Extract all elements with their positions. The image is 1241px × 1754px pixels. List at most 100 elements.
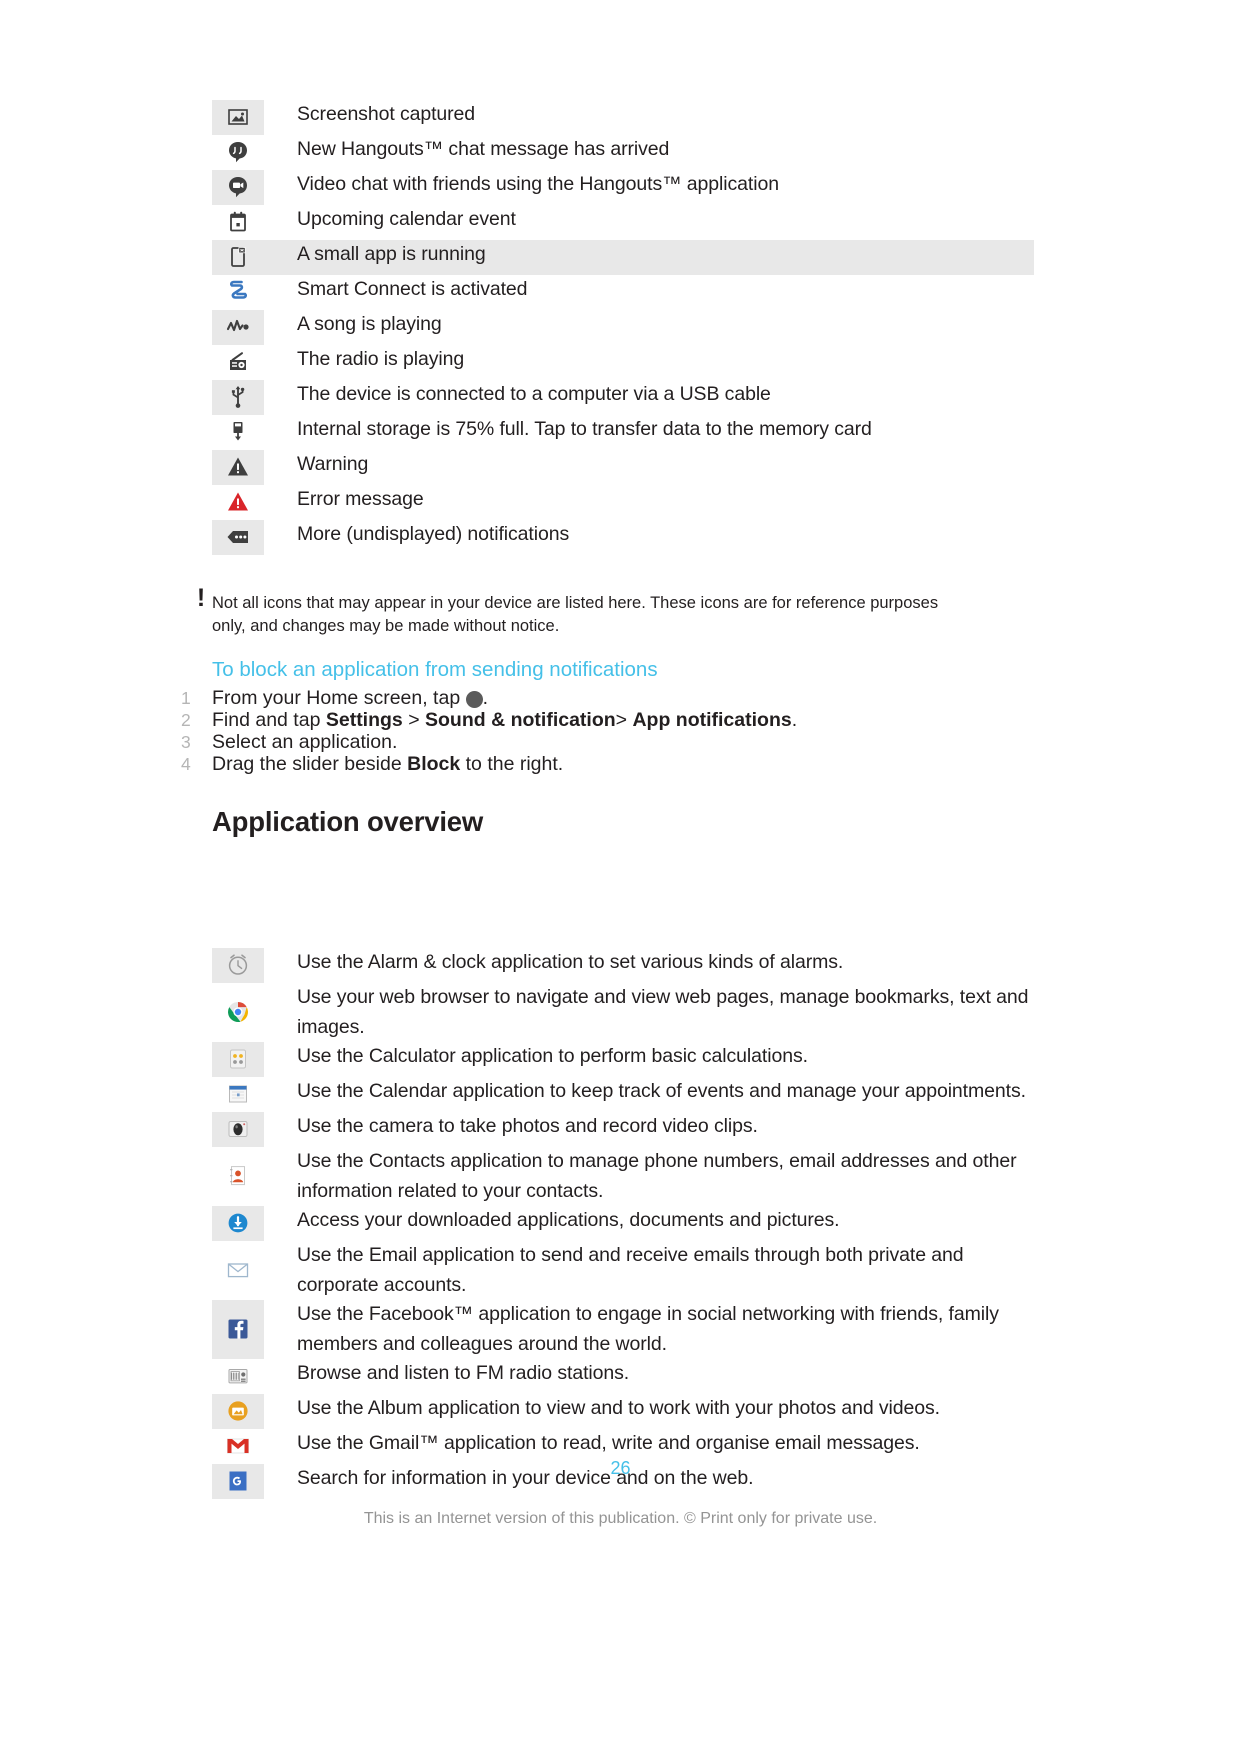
more-notifications-icon (212, 520, 264, 554)
row-description: New Hangouts™ chat message has arrived (297, 138, 670, 160)
row-description: Upcoming calendar event (297, 208, 516, 230)
internal-storage-icon (212, 415, 264, 449)
row-description: Error message (297, 488, 424, 510)
step-text: Find and tap Settings > Sound & notifica… (212, 709, 981, 732)
table-row: The device is connected to a computer vi… (212, 380, 1034, 415)
table-row: Use the Calendar application to keep tra… (212, 1077, 1034, 1112)
table-row: Video chat with friends using the Hangou… (212, 170, 1034, 205)
row-description: Video chat with friends using the Hangou… (297, 173, 779, 195)
table-row: Screenshot captured (212, 100, 1034, 135)
step-number: 2 (181, 710, 191, 730)
row-description: A small app is running (264, 240, 1034, 275)
row-description: Access your downloaded applications, doc… (297, 1209, 840, 1231)
step-segment: Block (407, 753, 461, 775)
app-launcher-icon (465, 691, 483, 708)
small-app-icon (212, 240, 264, 274)
icon-cell (212, 1042, 264, 1077)
step-segment: From your Home screen, tap (212, 687, 466, 709)
alarm-clock-icon (212, 948, 264, 982)
row-description: Use your web browser to navigate and vie… (297, 986, 1029, 1038)
icon-cell (212, 1206, 264, 1241)
row-description: Screenshot captured (297, 103, 476, 125)
email-icon (212, 1253, 264, 1287)
table-row: Use the Alarm & clock application to set… (212, 948, 1034, 983)
table-row: Internal storage is 75% full. Tap to tra… (212, 415, 1034, 450)
icon-cell (212, 205, 264, 240)
icon-cell (212, 948, 264, 983)
step-segment: Sound & notification (425, 709, 616, 731)
table-row: Smart Connect is activated (212, 275, 1034, 310)
icon-cell (212, 520, 264, 555)
procedure-step: 1 From your Home screen, tap . (181, 687, 981, 710)
warning-icon (212, 450, 264, 484)
step-segment: Drag the slider beside (212, 753, 408, 775)
table-row: Use your web browser to navigate and vie… (212, 983, 1034, 1042)
table-row: More (undisplayed) notifications (212, 520, 1034, 555)
icon-cell (212, 135, 264, 170)
table-row: Browse and listen to FM radio stations. (212, 1359, 1034, 1394)
table-row: Access your downloaded applications, doc… (212, 1206, 1034, 1241)
table-row: Use the Calculator application to perfor… (212, 1042, 1034, 1077)
icon-cell (212, 1359, 264, 1394)
downloads-icon (212, 1206, 264, 1240)
calendar-app-icon (212, 1077, 264, 1111)
table-row: Error message (212, 485, 1034, 520)
chrome-browser-icon (212, 995, 264, 1029)
table-row: Use the Album application to view and to… (212, 1394, 1034, 1429)
procedure-step: 3 Select an application. (181, 731, 981, 754)
icon-cell (212, 240, 264, 275)
row-description: Use the Alarm & clock application to set… (297, 951, 844, 973)
step-segment: Find and tap (212, 709, 326, 731)
icon-cell (212, 450, 264, 485)
table-row: A small app is running (212, 240, 1034, 275)
row-description: Internal storage is 75% full. Tap to tra… (297, 418, 872, 440)
table-row: Upcoming calendar event (212, 205, 1034, 240)
table-row: A song is playing (212, 310, 1034, 345)
icon-cell (212, 310, 264, 345)
procedure-steps: 1 From your Home screen, tap . 2 Find and t… (181, 687, 981, 776)
radio-icon (212, 345, 264, 379)
icon-cell (212, 1394, 264, 1429)
music-note-icon (212, 310, 264, 344)
table-row: Use the camera to take photos and record… (212, 1112, 1034, 1147)
step-segment: . (482, 687, 489, 709)
icon-cell (212, 345, 264, 380)
table-row: Use the Contacts application to manage p… (212, 1147, 1034, 1206)
icon-cell (212, 100, 264, 135)
icon-cell (212, 1112, 264, 1147)
hangouts-chat-icon (212, 135, 264, 169)
icon-cell (212, 1077, 264, 1112)
row-description: Use the Album application to view and to… (297, 1397, 940, 1419)
row-description: Warning (297, 453, 369, 475)
row-description: A song is playing (297, 313, 442, 335)
step-segment: to the right. (460, 753, 564, 775)
contacts-icon (212, 1159, 264, 1193)
step-text: Select an application. (212, 731, 981, 754)
row-description: Browse and listen to FM radio stations. (297, 1362, 630, 1384)
note-block: ! Not all icons that may appear in your … (190, 586, 950, 637)
step-segment: . (791, 709, 798, 731)
table-row: The radio is playing (212, 345, 1034, 380)
row-description: The device is connected to a computer vi… (297, 383, 771, 405)
row-description: Use the camera to take photos and record… (297, 1115, 758, 1137)
camera-icon (212, 1112, 264, 1146)
hangouts-video-chat-icon (212, 170, 264, 204)
fm-radio-icon (212, 1359, 264, 1393)
note-text: Not all icons that may appear in your de… (212, 594, 939, 635)
screenshot-image-icon (212, 100, 264, 134)
row-description: Use the Calculator application to perfor… (297, 1045, 808, 1067)
exclamation-icon: ! (196, 584, 206, 612)
step-segment: App notifications (632, 709, 792, 731)
step-segment: > (615, 709, 633, 731)
row-description: Use the Contacts application to manage p… (297, 1150, 1017, 1202)
smart-connect-icon (212, 275, 264, 309)
step-segment: Select an application. (212, 731, 398, 753)
icon-cell (212, 1147, 264, 1206)
procedure-step: 4 Drag the slider beside Block to the rig… (181, 753, 981, 776)
icon-cell (212, 1300, 264, 1359)
page-number: 26 (610, 1458, 631, 1478)
usb-icon (212, 380, 264, 414)
icon-cell (212, 380, 264, 415)
icon-cell (212, 170, 264, 205)
procedure-step: 2 Find and tap Settings > Sound & notific… (181, 709, 981, 732)
